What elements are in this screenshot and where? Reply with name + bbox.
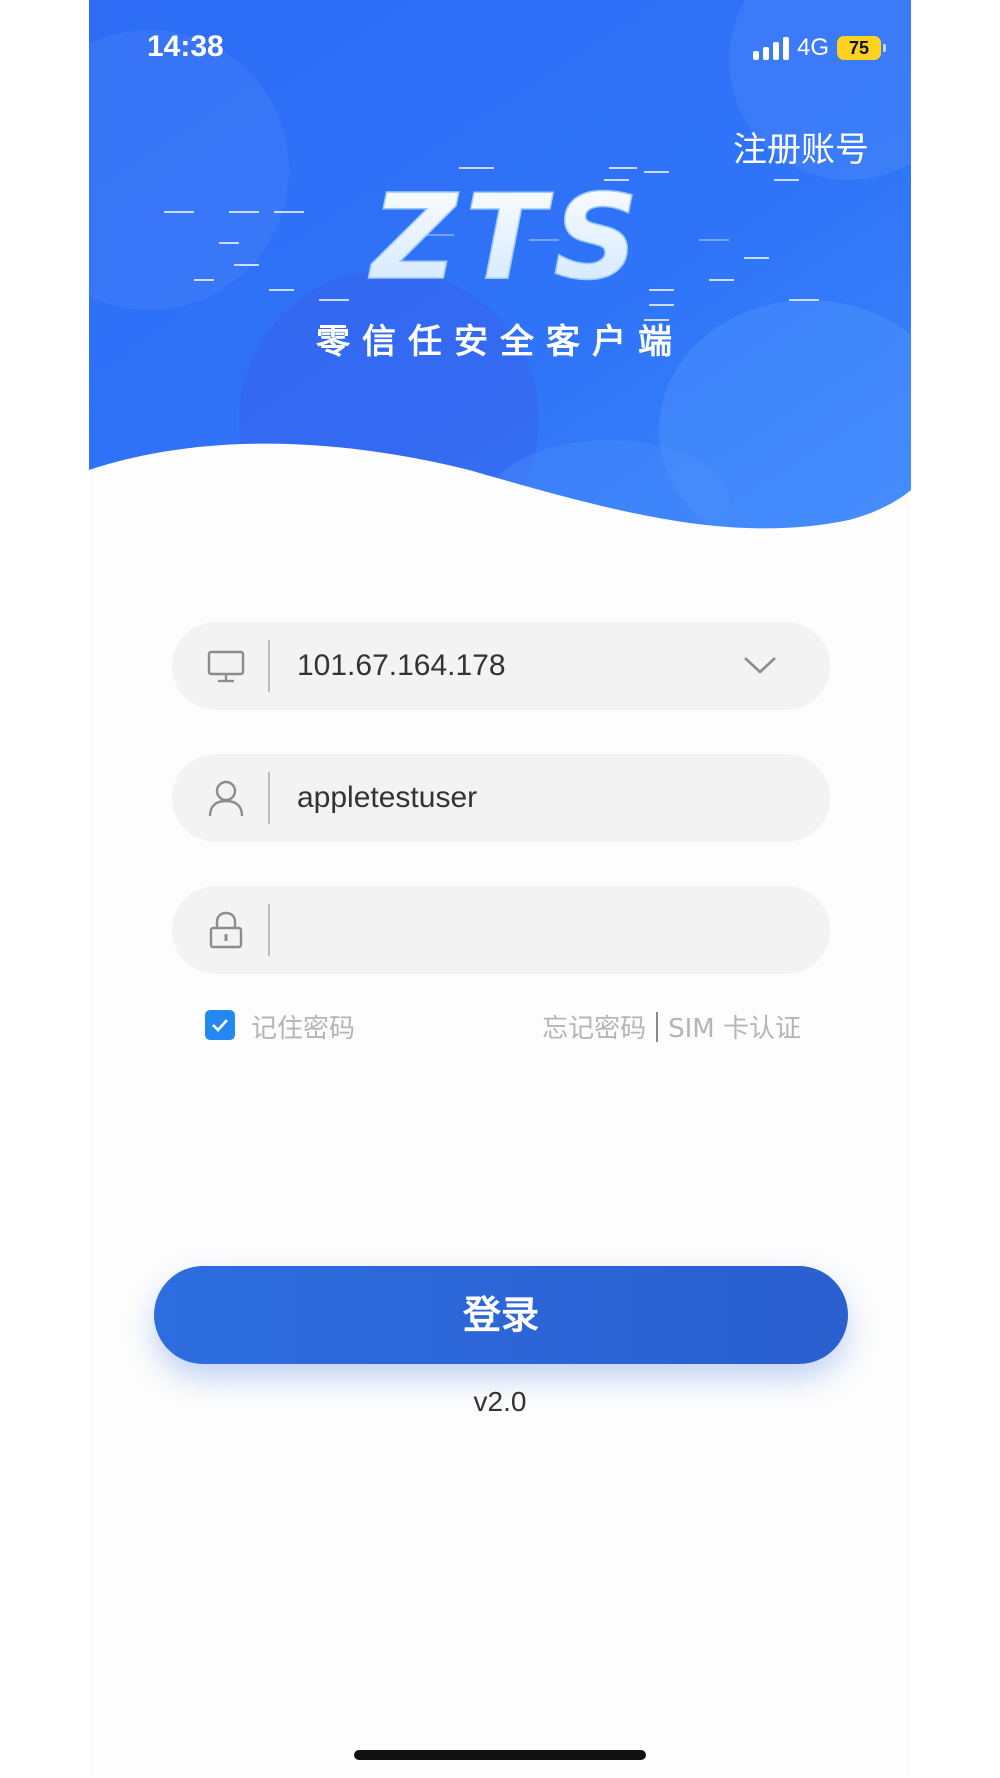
- user-icon: [208, 780, 244, 817]
- app-version: v2.0: [473, 1386, 527, 1417]
- login-options: 记住密码 忘记密码 SIM 卡认证: [205, 1010, 801, 1046]
- battery-icon: 75: [837, 36, 886, 60]
- check-icon: [212, 1019, 228, 1032]
- server-value: 101.67.164.178: [297, 649, 506, 682]
- network-type: 4G: [796, 34, 829, 61]
- chevron-down-icon[interactable]: [742, 650, 778, 680]
- signal-icon: [752, 36, 789, 60]
- login-screen: 14:38 4G 75 注册账号 ZTS 零信任安全客户端 101.67.164…: [89, 0, 911, 1778]
- forgot-password-link[interactable]: 忘记密码: [542, 1008, 646, 1045]
- username-field[interactable]: appletestuser: [172, 754, 830, 842]
- register-account-link[interactable]: 注册账号: [733, 122, 869, 171]
- lock-icon: [209, 911, 243, 949]
- header-banner: 14:38 4G 75 注册账号 ZTS 零信任安全客户端: [89, 0, 911, 540]
- auth-links: 忘记密码 SIM 卡认证: [542, 1008, 801, 1045]
- field-divider: [268, 772, 270, 824]
- link-separator: [656, 1011, 659, 1042]
- field-divider: [268, 904, 270, 956]
- status-time: 14:38: [147, 30, 224, 63]
- status-indicators: 4G 75: [752, 34, 886, 62]
- remember-password-label[interactable]: 记住密码: [251, 1008, 355, 1045]
- login-button[interactable]: 登录: [154, 1266, 848, 1364]
- remember-password-checkbox[interactable]: [205, 1010, 235, 1040]
- server-select[interactable]: 101.67.164.178: [172, 622, 830, 710]
- username-value: appletestuser: [297, 781, 478, 814]
- logo-text: ZTS: [367, 178, 646, 298]
- battery-level: 75: [848, 37, 870, 58]
- monitor-icon: [207, 650, 245, 683]
- home-indicator[interactable]: [354, 1750, 646, 1760]
- password-field[interactable]: [172, 886, 830, 974]
- zts-logo: ZTS: [367, 178, 646, 298]
- app-tagline: 零信任安全客户端: [316, 322, 684, 362]
- sim-auth-link[interactable]: SIM 卡认证: [668, 1008, 801, 1045]
- field-divider: [268, 640, 270, 692]
